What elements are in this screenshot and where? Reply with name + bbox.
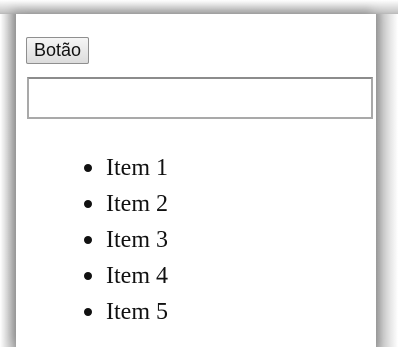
item-list: Item 1 Item 2 Item 3 Item 4 Item 5	[80, 150, 168, 330]
list-item-label: Item 3	[106, 227, 168, 253]
right-frame-edge	[374, 14, 398, 347]
window-frame: Botão Item 1 Item 2 Item 3 Item 4 Item 5	[0, 0, 398, 347]
list-item-label: Item 1	[106, 155, 168, 181]
list-item-label: Item 2	[106, 191, 168, 217]
main-button[interactable]: Botão	[26, 37, 90, 64]
bullet-icon	[84, 200, 92, 208]
list-item: Item 3	[80, 222, 168, 258]
list-item-label: Item 4	[106, 263, 168, 289]
list-item: Item 1	[80, 150, 168, 186]
list-item: Item 4	[80, 258, 168, 294]
bullet-icon	[84, 272, 92, 280]
bullet-icon	[84, 236, 92, 244]
bullet-icon	[84, 308, 92, 316]
bullet-icon	[84, 164, 92, 172]
list-item: Item 5	[80, 294, 168, 330]
text-input[interactable]	[27, 77, 373, 119]
page-content: Botão Item 1 Item 2 Item 3 Item 4 Item 5	[16, 14, 376, 347]
list-item-label: Item 5	[106, 299, 168, 325]
list-item: Item 2	[80, 186, 168, 222]
